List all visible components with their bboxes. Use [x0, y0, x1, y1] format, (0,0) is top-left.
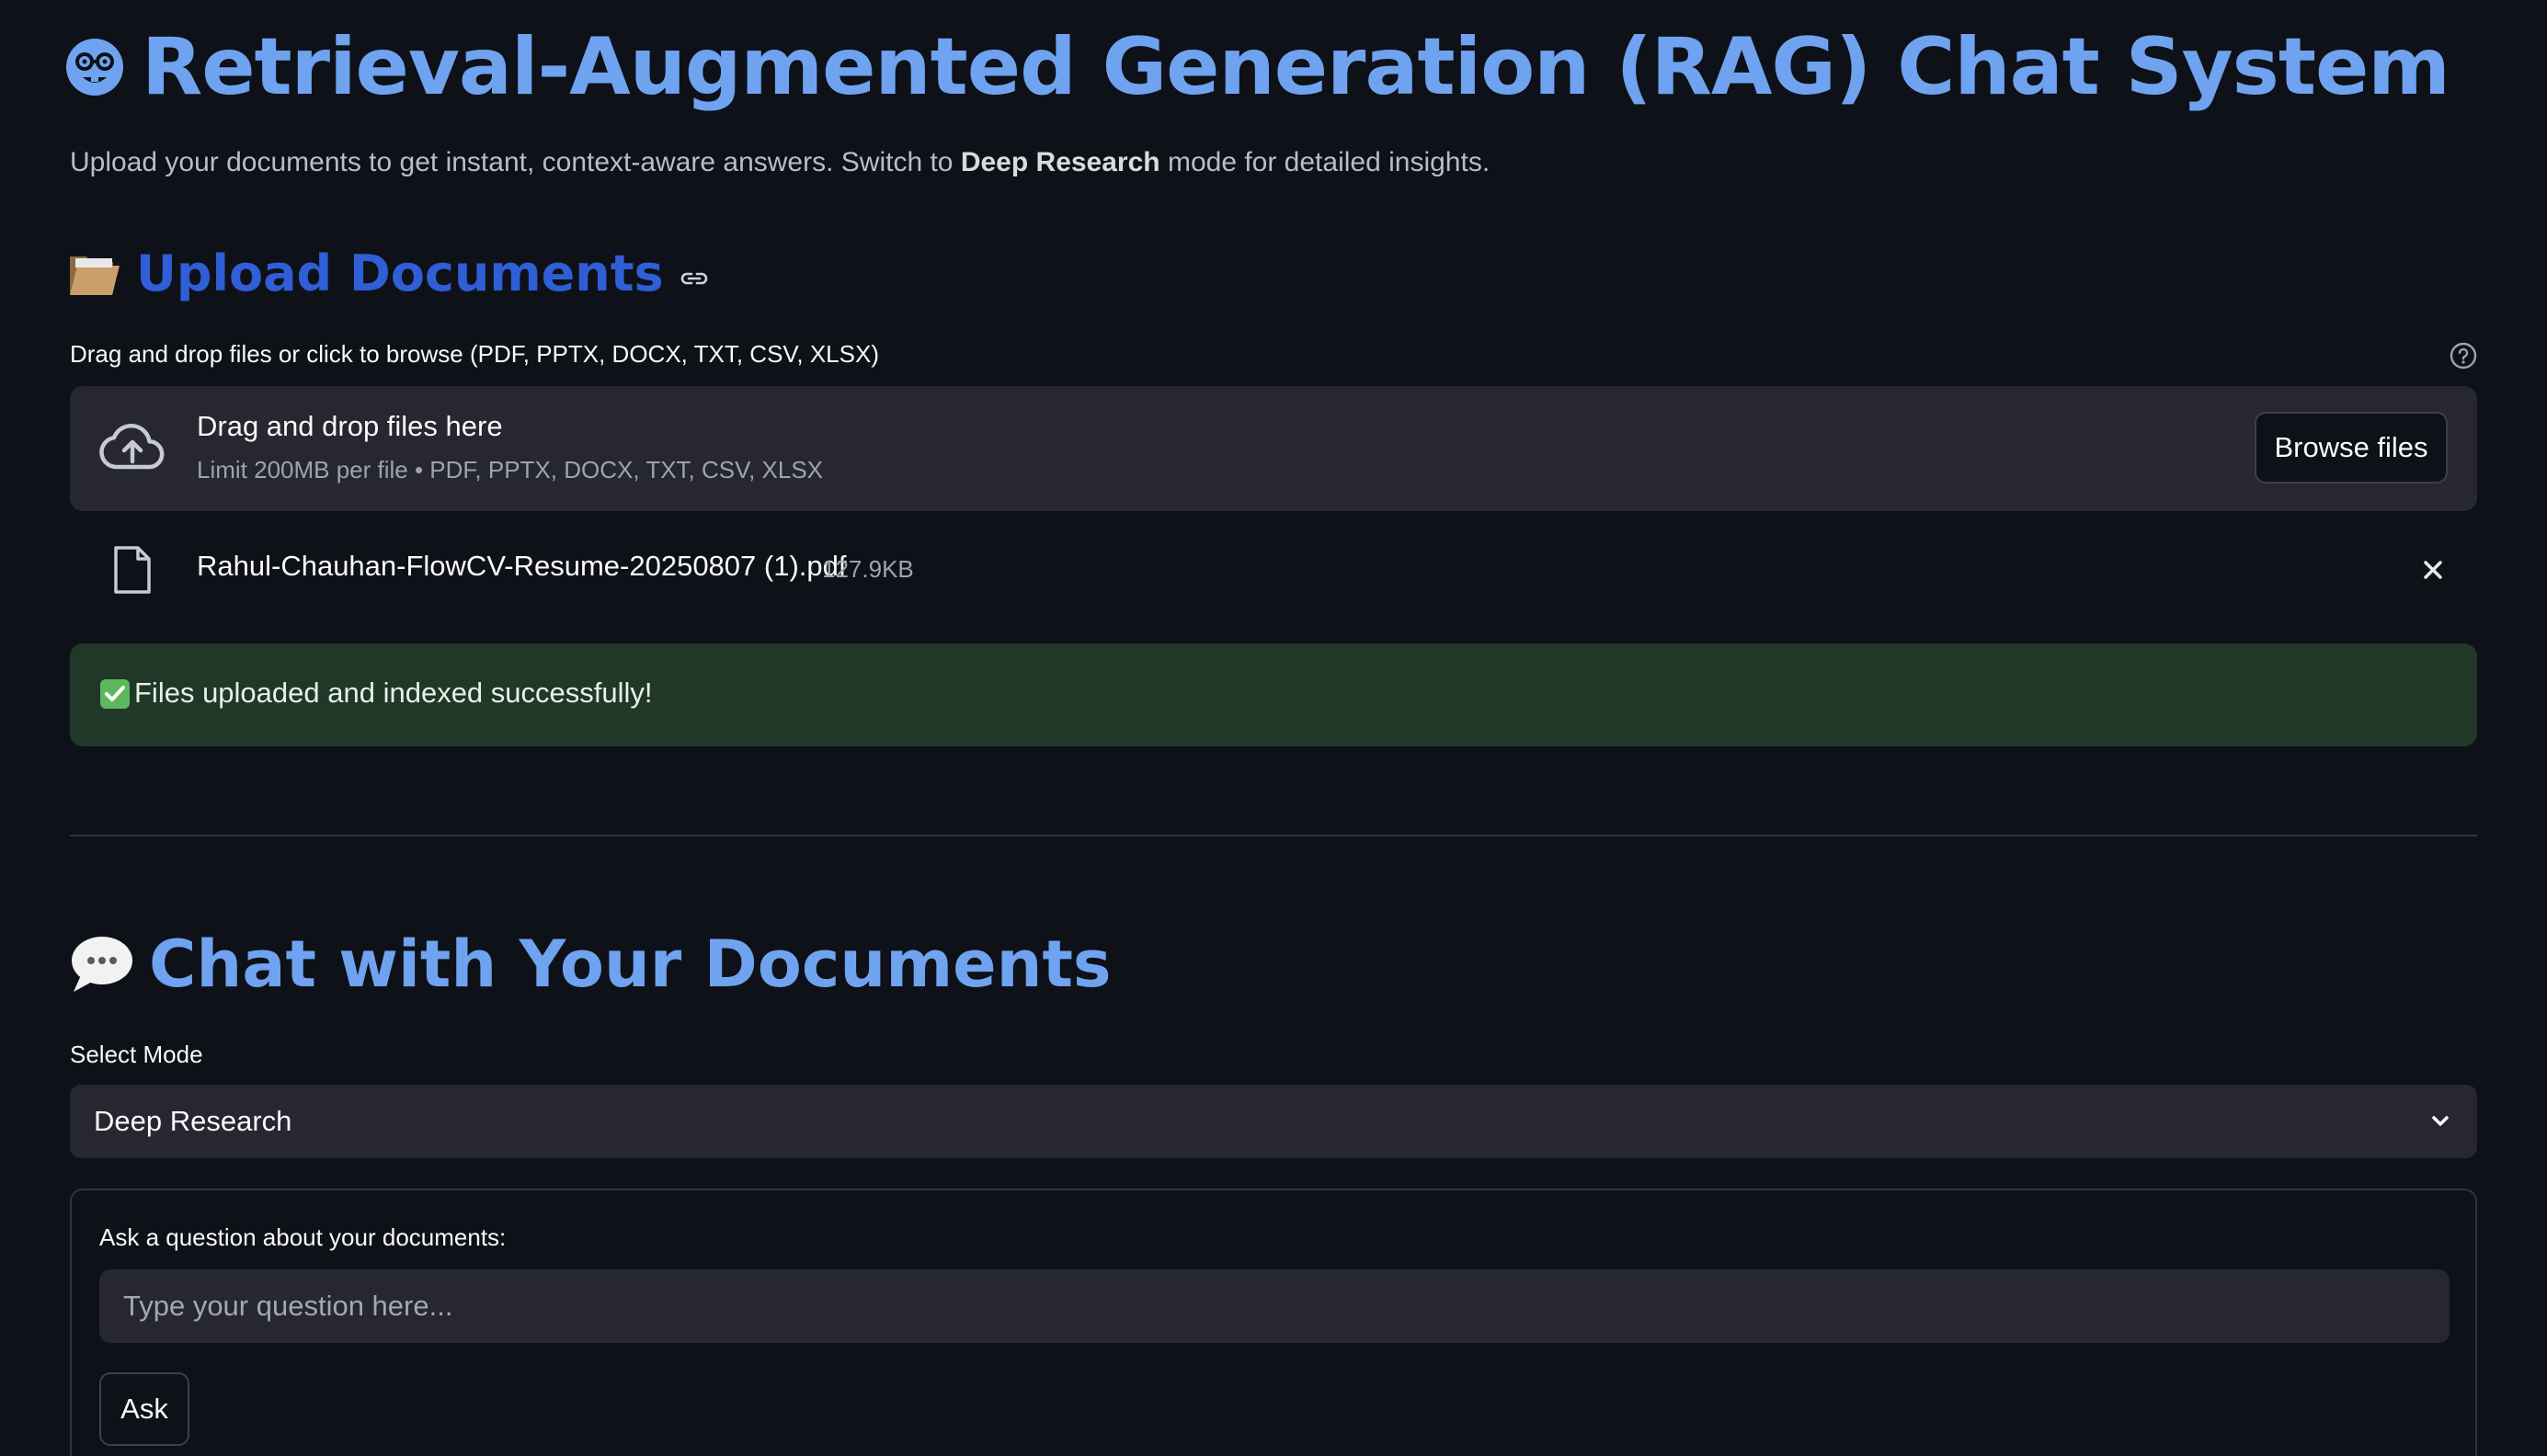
file-name: Rahul-Chauhan-FlowCV-Resume-20250807 (1)… — [197, 550, 847, 582]
file-size: 127.9KB — [822, 555, 914, 583]
section-divider — [70, 835, 2477, 836]
close-icon — [2424, 561, 2442, 579]
question-input[interactable] — [99, 1269, 2450, 1343]
mode-select[interactable]: Deep Research — [70, 1085, 2477, 1158]
uploaded-file-item: Rahul-Chauhan-FlowCV-Resume-20250807 (1)… — [70, 533, 2477, 607]
dropzone-subtitle: Limit 200MB per file • PDF, PPTX, DOCX, … — [197, 456, 824, 483]
file-dropzone[interactable]: Drag and drop files here Limit 200MB per… — [70, 386, 2477, 511]
page-header: Retrieval-Augmented Generation (RAG) Cha… — [64, 17, 2450, 118]
ask-button[interactable]: Ask — [99, 1372, 189, 1446]
success-alert: Files uploaded and indexed successfully! — [70, 643, 2477, 746]
uploader-label: Drag and drop files or click to browse (… — [70, 340, 879, 368]
remove-file-button[interactable] — [2411, 548, 2455, 592]
browse-files-button[interactable]: Browse files — [2255, 412, 2448, 483]
check-mark-icon — [100, 679, 130, 709]
nerd-face-icon — [66, 39, 123, 96]
speech-bubble-icon — [72, 937, 132, 992]
upload-section-heading: Upload Documents — [68, 241, 710, 305]
link-icon[interactable] — [679, 263, 710, 294]
help-circle-icon[interactable] — [2449, 341, 2478, 370]
dropzone-title: Drag and drop files here — [197, 410, 503, 442]
mode-selected-value: Deep Research — [94, 1105, 292, 1137]
subtitle-mode-highlight: Deep Research — [960, 147, 1160, 177]
subtitle-text-end: mode for detailed insights. — [1159, 147, 1491, 177]
mode-select-label: Select Mode — [70, 1041, 203, 1068]
subtitle-text: Upload your documents to get instant, co… — [70, 147, 961, 177]
folder-icon — [70, 256, 120, 295]
chat-section-heading: Chat with Your Documents — [68, 923, 1112, 1006]
cloud-upload-icon — [99, 423, 165, 470]
app-page: Retrieval-Augmented Generation (RAG) Cha… — [0, 0, 2547, 1456]
success-message: Files uploaded and indexed successfully! — [134, 677, 653, 709]
page-title: Retrieval-Augmented Generation (RAG) Cha… — [142, 21, 2450, 113]
upload-section-title: Upload Documents — [136, 244, 664, 302]
chat-section-title: Chat with Your Documents — [149, 927, 1112, 1002]
file-icon — [114, 546, 151, 594]
question-label: Ask a question about your documents: — [99, 1223, 507, 1251]
question-form: Ask a question about your documents: Ask — [70, 1189, 2477, 1456]
chevron-down-icon — [2432, 1116, 2449, 1126]
page-subtitle: Upload your documents to get instant, co… — [70, 147, 1490, 178]
